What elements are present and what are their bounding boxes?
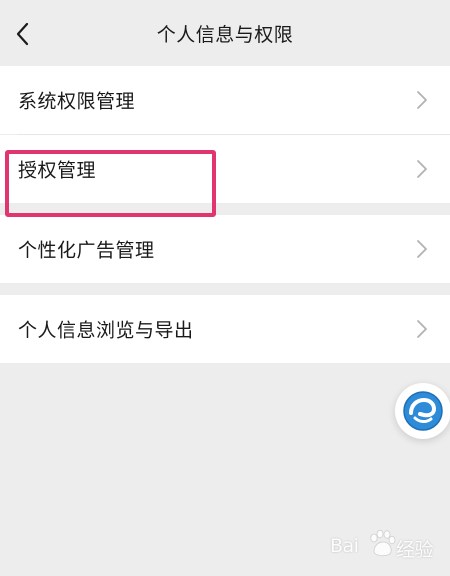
menu-item-label: 系统权限管理 [18, 90, 136, 113]
page-title: 个人信息与权限 [156, 24, 294, 46]
menu-item-label: 个人信息浏览与导出 [18, 319, 194, 342]
menu-item-personal-info-export[interactable]: 个人信息浏览与导出 [0, 295, 450, 363]
paw-icon [370, 530, 396, 557]
chevron-right-icon [417, 160, 427, 178]
menu-item-personalized-ads[interactable]: 个性化广告管理 [0, 215, 450, 283]
chevron-right-icon [417, 91, 427, 109]
highlight-annotation [5, 150, 216, 217]
watermark-brand-right: 经验 [396, 539, 434, 561]
chevron-right-icon [417, 320, 427, 338]
floating-assistant-button[interactable] [395, 383, 450, 439]
title-bar: 个人信息与权限 [0, 0, 450, 66]
watermark-brand-left: Bai [330, 535, 359, 557]
baidu-jingyan-watermark: Bai 经验 [330, 520, 440, 570]
chevron-right-icon [417, 240, 427, 258]
menu-item-label: 个性化广告管理 [18, 239, 155, 262]
browser-logo-icon [403, 391, 443, 431]
menu-item-system-permission[interactable]: 系统权限管理 [0, 66, 450, 134]
